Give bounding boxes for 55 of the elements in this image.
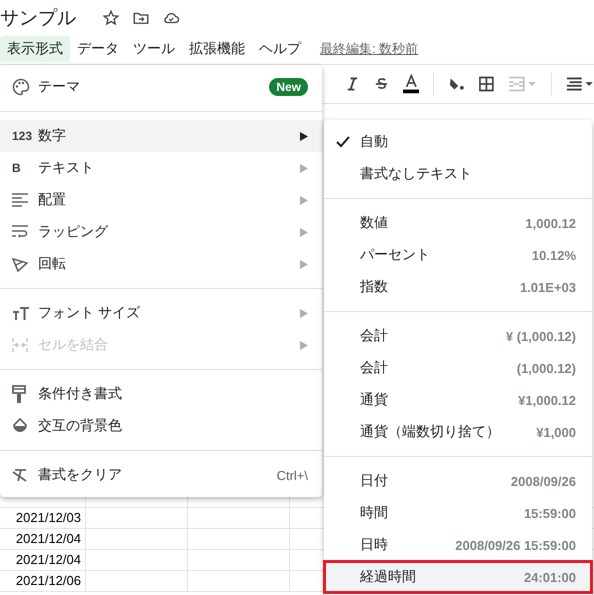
menu-item[interactable]: 会計 ¥ (1,000.12) (324, 320, 592, 352)
last-edit-link[interactable]: 最終編集: 数秒前 (320, 40, 418, 58)
menu-item[interactable]: 時間 15:59:00 (324, 497, 592, 529)
menu-item[interactable]: ツール (126, 36, 182, 62)
menu-item[interactable]: 日時 2008/09/26 15:59:00 (324, 529, 592, 561)
menu-item[interactable]: 配置 (0, 184, 322, 216)
menu-item[interactable]: 表示形式 (0, 36, 70, 62)
menu-item[interactable]: 日付 2008/09/26 (324, 465, 592, 497)
format-icon: 123 (12, 129, 32, 143)
italic-icon[interactable] (345, 76, 360, 92)
merge-cells-icon (12, 337, 28, 353)
text-wrap-icon (12, 225, 28, 239)
menu-item[interactable]: 書式なしテキスト (324, 158, 592, 190)
palette-icon (12, 78, 30, 96)
clear-formatting-icon (12, 467, 28, 483)
drop-icon (12, 418, 28, 434)
menu-item[interactable]: 自動 (324, 126, 592, 158)
menu-item[interactable]: ラッピング (0, 216, 322, 248)
star-icon[interactable] (102, 9, 120, 27)
text-color-icon[interactable] (402, 74, 420, 94)
menu-item[interactable]: データ (70, 36, 126, 62)
shortcut-text: Ctrl+\ (276, 468, 308, 482)
font-size-icon (12, 306, 30, 320)
menu-item[interactable]: 通貨（端数切り捨て） ¥1,000 (324, 416, 592, 448)
menu-item[interactable]: テーマ New (0, 71, 322, 103)
paint-roller-icon (12, 385, 26, 403)
align-menu-icon[interactable] (566, 76, 594, 92)
document-title[interactable]: サンプル (0, 5, 76, 31)
menu-item[interactable]: 回転 (0, 248, 322, 280)
menu-item[interactable]: 指数 1.01E+03 (324, 271, 592, 303)
menu-item[interactable]: 条件付き書式 (0, 378, 322, 410)
rotate-text-icon (12, 256, 28, 272)
menu-item[interactable]: B テキスト (0, 152, 322, 184)
menu-item[interactable]: 拡張機能 (182, 36, 252, 62)
menu-item[interactable]: 会計 (1,000.12) (324, 352, 592, 384)
menu-item[interactable]: 数値 1,000.12 (324, 207, 592, 239)
menu-item[interactable]: 経過時間 24:01:00 (324, 561, 592, 593)
table-cell: 2021/12/03 (0, 508, 86, 528)
menu-item[interactable]: 交互の背景色 (0, 410, 322, 442)
table-cell: 2021/12/04 (0, 529, 86, 549)
menu-item[interactable]: フォント サイズ (0, 297, 322, 329)
align-left-icon (12, 193, 28, 207)
table-cell: 2021/12/06 (0, 571, 86, 591)
new-badge: New (269, 78, 308, 96)
menu-item[interactable]: 123 数字 (0, 120, 322, 152)
menu-item[interactable]: 通貨 ¥1,000.12 (324, 384, 592, 416)
strikethrough-icon[interactable] (374, 76, 389, 92)
fill-color-icon[interactable] (448, 76, 465, 92)
menu-item[interactable]: 書式をクリア Ctrl+\ (0, 459, 322, 491)
borders-icon[interactable] (478, 76, 494, 92)
merge-cells-icon[interactable] (508, 76, 538, 92)
table-cell: 2021/12/04 (0, 550, 86, 570)
menu-item[interactable]: ヘルプ (252, 36, 308, 62)
format-icon: B (12, 161, 21, 175)
menu-item[interactable]: パーセント 10.12% (324, 239, 592, 271)
